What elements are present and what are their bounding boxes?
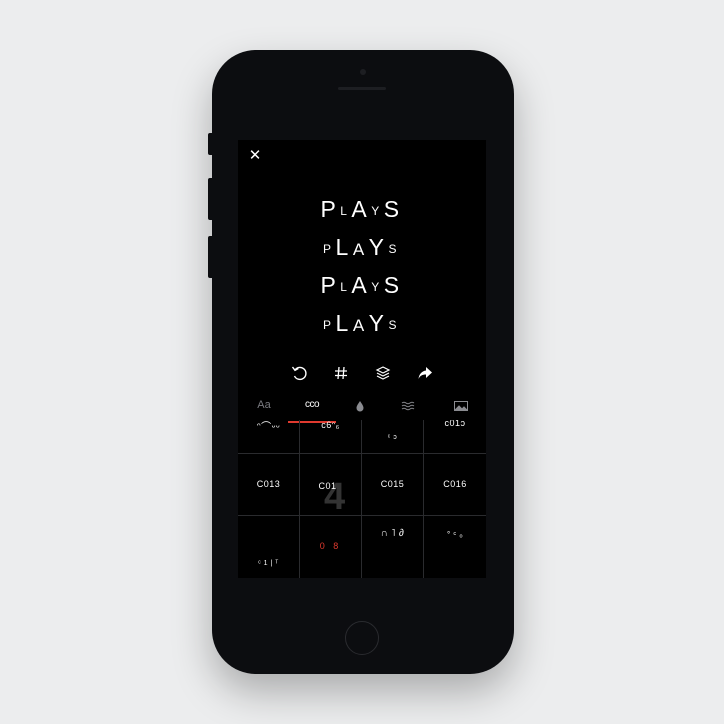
undo-icon[interactable] xyxy=(289,362,311,384)
style-cell-label: ° ᶜ ₒ xyxy=(447,530,463,539)
style-cell-label: ᵔ⌒ᵕᵕ xyxy=(256,422,281,433)
poster-letter: Y xyxy=(371,280,384,294)
style-cell[interactable]: ° ᶜ ₒ xyxy=(424,516,486,578)
style-cell[interactable]: C013 xyxy=(238,454,300,516)
style-cell[interactable]: C016 xyxy=(424,454,486,516)
image-icon xyxy=(454,401,468,411)
phone-volume-down xyxy=(208,236,212,278)
tab-style-label: ϲϲo xyxy=(304,399,320,410)
poster-letter: L xyxy=(340,280,352,294)
poster-letter: L xyxy=(335,310,353,336)
poster-letter: P xyxy=(320,272,341,298)
poster-letter: S xyxy=(388,318,401,332)
style-cell[interactable]: ᵔ⌒ᵕᵕ xyxy=(238,420,300,454)
phone-camera xyxy=(360,69,366,75)
poster-letter: L xyxy=(340,204,352,218)
poster-line: PLAYS xyxy=(238,272,486,299)
poster-letter: Y xyxy=(368,310,389,336)
style-cell[interactable]: ᶜ ɔ xyxy=(362,420,424,454)
style-cell[interactable]: C015 xyxy=(362,454,424,516)
poster-letter: Y xyxy=(368,234,389,260)
style-cell-label: C01 xyxy=(318,481,337,491)
tab-texture[interactable] xyxy=(388,394,428,422)
style-cell-label: 0 8 xyxy=(319,541,342,551)
drop-icon xyxy=(356,401,364,412)
poster-letter: A xyxy=(352,316,369,335)
tab-font[interactable]: Aa xyxy=(244,394,284,422)
poster-letter: P xyxy=(323,318,336,332)
style-cell[interactable]: c6ᵔ₆ xyxy=(300,420,362,454)
style-cell[interactable]: ᶜ 1 | ᵀ xyxy=(238,516,300,578)
style-cell[interactable]: 4 C01 xyxy=(300,454,362,516)
poster-letter: A xyxy=(351,272,372,298)
poster-letter: S xyxy=(383,272,404,298)
poster-letter: A xyxy=(352,240,369,259)
style-cell-label: c6ᵔ₆ xyxy=(321,420,340,430)
phone-speaker xyxy=(338,87,386,90)
phone-volume-up xyxy=(208,178,212,220)
poster-letter: S xyxy=(383,196,404,222)
style-grid: ᵔ⌒ᵕᵕ c6ᵔ₆ ᶜ ɔ c01ɔ C013 4 C01 C015 C016 … xyxy=(238,420,486,578)
poster-letter: Y xyxy=(371,204,384,218)
close-icon[interactable]: ✕ xyxy=(248,148,262,163)
share-icon[interactable] xyxy=(414,362,436,384)
tab-color[interactable] xyxy=(340,394,380,422)
poster-preview: PLAYS PLAYS PLAYS PLAYS xyxy=(238,190,486,340)
style-cell-label: c01ɔ xyxy=(444,420,466,428)
style-cell-label: C015 xyxy=(380,479,405,489)
style-cell-label: ∩ ˥ ∂ xyxy=(380,528,405,539)
app-screen: ✕ PLAYS PLAYS PLAYS PLAYS Aa ϲϲo ᵔ⌒ᵕᵕ c6… xyxy=(238,140,486,578)
style-cell[interactable]: 0 8 xyxy=(300,516,362,578)
action-toolbar xyxy=(238,362,486,386)
style-cell-label: C013 xyxy=(256,479,281,489)
tab-style[interactable]: ϲϲo xyxy=(292,394,332,422)
phone-silent-switch xyxy=(208,133,212,155)
poster-letter: P xyxy=(323,242,336,256)
grid-hash-icon[interactable] xyxy=(330,362,352,384)
poster-letter: L xyxy=(335,234,353,260)
style-cell-label: ᶜ 1 | ᵀ xyxy=(258,560,279,567)
style-cell-label: C016 xyxy=(443,479,467,489)
poster-line: PLAYS xyxy=(238,310,486,337)
poster-line: PLAYS xyxy=(238,234,486,261)
poster-letter: P xyxy=(320,196,341,222)
tab-image[interactable] xyxy=(441,394,481,422)
layers-icon[interactable] xyxy=(372,362,394,384)
style-cell[interactable]: c01ɔ xyxy=(424,420,486,454)
poster-letter: A xyxy=(351,196,372,222)
home-button[interactable] xyxy=(345,621,379,655)
style-cell-label: ᶜ ɔ xyxy=(387,434,398,441)
style-cell[interactable]: ∩ ˥ ∂ xyxy=(362,516,424,578)
poster-line: PLAYS xyxy=(238,196,486,223)
poster-letter: S xyxy=(388,242,401,256)
tab-font-label: Aa xyxy=(257,399,271,411)
waves-icon xyxy=(401,401,415,411)
